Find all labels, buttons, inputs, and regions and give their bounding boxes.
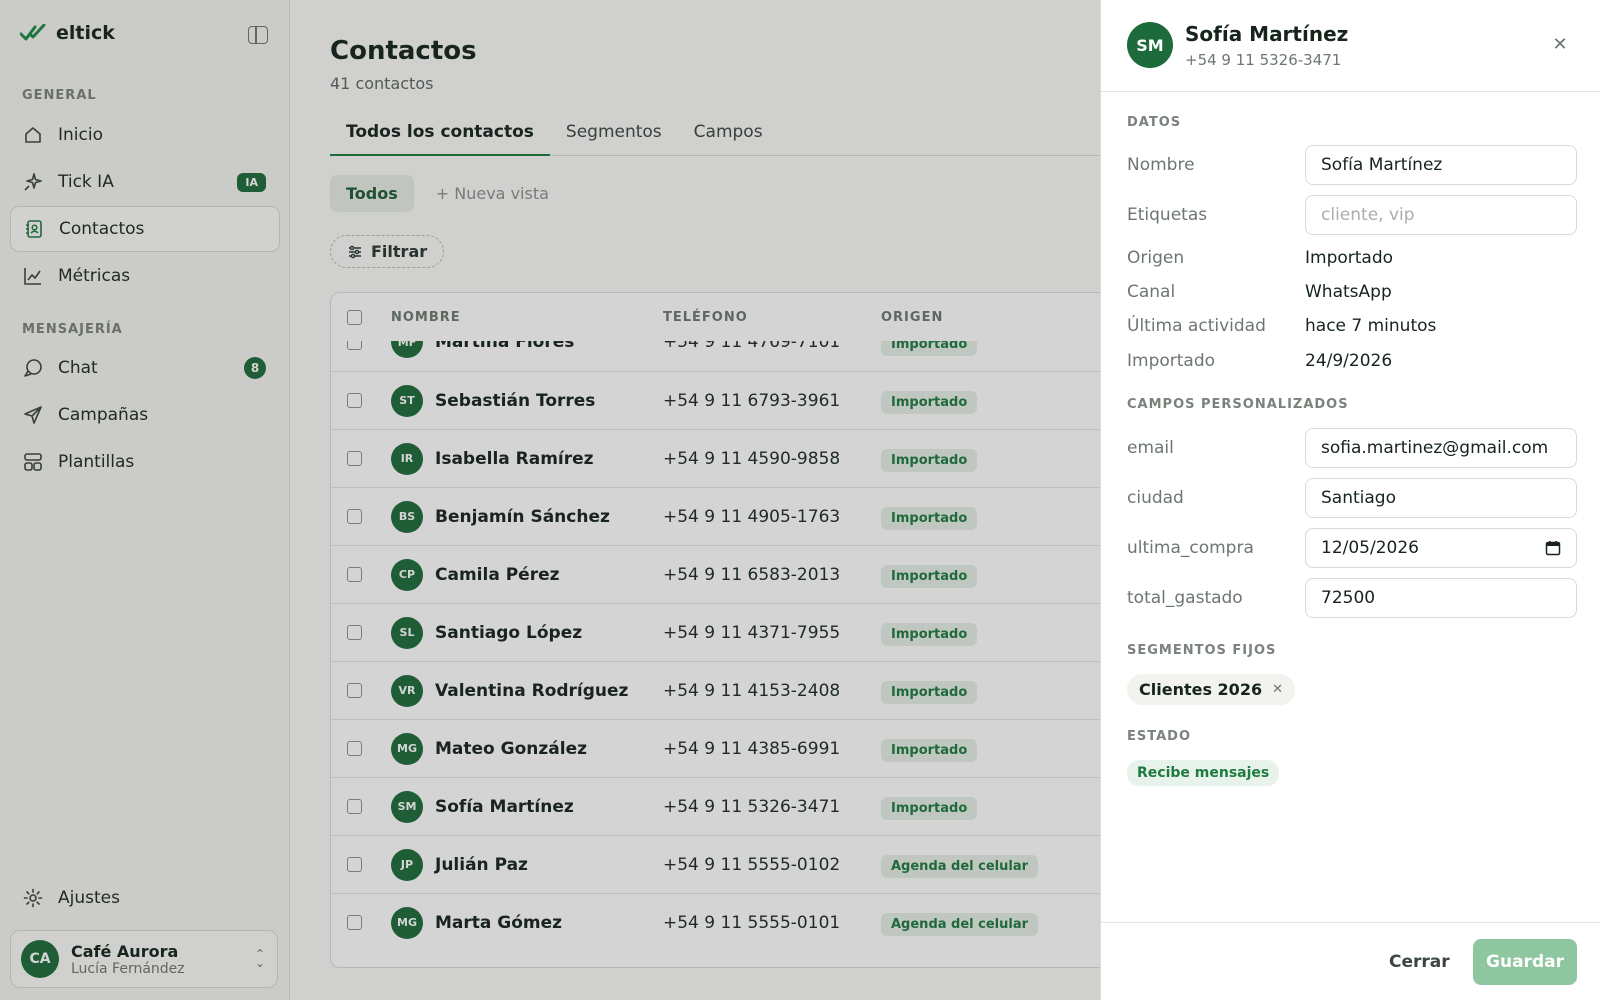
status-badge: Recibe mensajes (1127, 760, 1280, 786)
canal-label: Canal (1127, 282, 1176, 302)
panel-footer: Cerrar Guardar (1101, 922, 1600, 1000)
panel-avatar: SM (1127, 22, 1173, 68)
email-field[interactable] (1305, 428, 1577, 468)
ciudad-label: ciudad (1127, 488, 1184, 508)
section-segmentos-fijos: SEGMENTOS FIJOS (1127, 643, 1277, 658)
contact-detail-panel: SM Sofía Martínez +54 9 11 5326-3471 ✕ D… (1100, 0, 1600, 1000)
ciudad-field[interactable] (1305, 478, 1577, 518)
section-campos-personalizados: CAMPOS PERSONALIZADOS (1127, 397, 1349, 412)
cancel-button[interactable]: Cerrar (1371, 939, 1468, 985)
section-estado: ESTADO (1127, 729, 1192, 744)
etiquetas-field[interactable] (1305, 195, 1577, 235)
importado-value: 24/9/2026 (1305, 351, 1393, 371)
ultima-compra-value: 12/05/2026 (1321, 538, 1419, 558)
modal-backdrop[interactable] (0, 0, 1100, 1000)
ultima-actividad-label: Última actividad (1127, 316, 1266, 336)
segment-chip-label: Clientes 2026 (1139, 680, 1263, 699)
importado-label: Importado (1127, 351, 1216, 371)
origen-label: Origen (1127, 248, 1185, 268)
panel-contact-name: Sofía Martínez (1185, 22, 1349, 46)
section-datos: DATOS (1127, 115, 1182, 130)
segment-chip: Clientes 2026 ✕ (1127, 674, 1295, 705)
total-gastado-field[interactable] (1305, 578, 1577, 618)
ultima-compra-label: ultima_compra (1127, 538, 1254, 558)
canal-value: WhatsApp (1305, 282, 1392, 302)
ultima-compra-field[interactable]: 12/05/2026 (1305, 528, 1577, 568)
save-button[interactable]: Guardar (1473, 939, 1577, 985)
ultima-actividad-value: hace 7 minutos (1305, 316, 1437, 336)
nombre-label: Nombre (1127, 155, 1195, 175)
total-gastado-label: total_gastado (1127, 588, 1243, 608)
origen-value: Importado (1305, 248, 1394, 268)
etiquetas-label: Etiquetas (1127, 205, 1208, 225)
close-icon[interactable]: ✕ (1551, 36, 1569, 54)
calendar-icon[interactable] (1545, 540, 1561, 556)
nombre-field[interactable] (1305, 145, 1577, 185)
email-label: email (1127, 438, 1174, 458)
panel-contact-phone: +54 9 11 5326-3471 (1185, 51, 1342, 69)
remove-segment-icon[interactable]: ✕ (1272, 682, 1283, 697)
panel-header: SM Sofía Martínez +54 9 11 5326-3471 ✕ (1101, 0, 1600, 92)
